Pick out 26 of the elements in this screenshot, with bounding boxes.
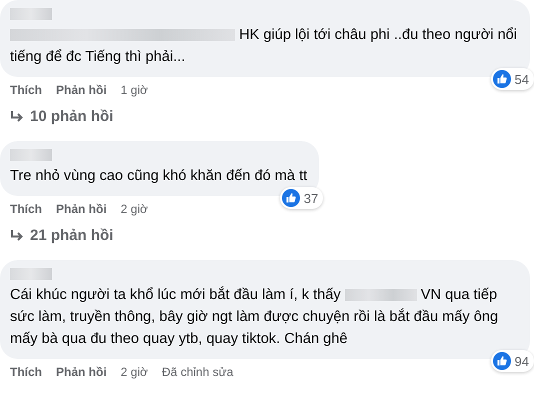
action-link[interactable]: Phản hồi	[56, 82, 107, 98]
redacted-name	[10, 149, 52, 161]
thumbs-up-icon	[282, 189, 300, 207]
action-link[interactable]: Thích	[10, 82, 42, 98]
view-replies-link[interactable]: 21 phản hồi	[0, 217, 114, 244]
reaction-badge[interactable]: 54	[490, 68, 534, 90]
action-link[interactable]: Phản hồi	[56, 201, 107, 217]
thumbs-up-icon	[492, 352, 511, 370]
comment-text: Tre nhỏ vùng cao cũng khó khăn đến đó mà tt	[10, 167, 308, 186]
action-link[interactable]: Thích	[10, 201, 42, 217]
reply-arrow-icon	[10, 110, 24, 124]
redacted-name	[10, 268, 52, 280]
thumbs-up-icon	[492, 70, 511, 88]
redacted-name	[10, 8, 52, 20]
action-link[interactable]: Phản hồi	[56, 364, 107, 380]
timestamp: 2 giờ	[120, 364, 148, 380]
reply-arrow-icon	[10, 228, 24, 242]
view-replies-link[interactable]: 10 phản hồi	[0, 98, 114, 125]
action-link[interactable]: Thích	[10, 364, 42, 380]
reaction-badge[interactable]: 37	[280, 187, 324, 209]
timestamp: 2 giờ	[120, 201, 148, 217]
reaction-badge[interactable]: 94	[490, 350, 534, 372]
comment-text: HK giúp lội tới châu phi ..đu theo người nổi tiếng để đc Tiếng thì phải...	[10, 26, 518, 67]
edited-label: Đã chỉnh sửa	[162, 364, 234, 380]
comment-text: Cái khúc người ta khổ lúc mới bắt đầu làm í, k thấy VN qua tiếp sức làm, truyền thông, bây giờ ngt làm được chuyện rồi là bắt đầu mấy ông mấy bà qua đu theo quay ytb, quay tiktok. Chán ghê	[10, 285, 500, 349]
timestamp: 1 giờ	[120, 82, 148, 98]
